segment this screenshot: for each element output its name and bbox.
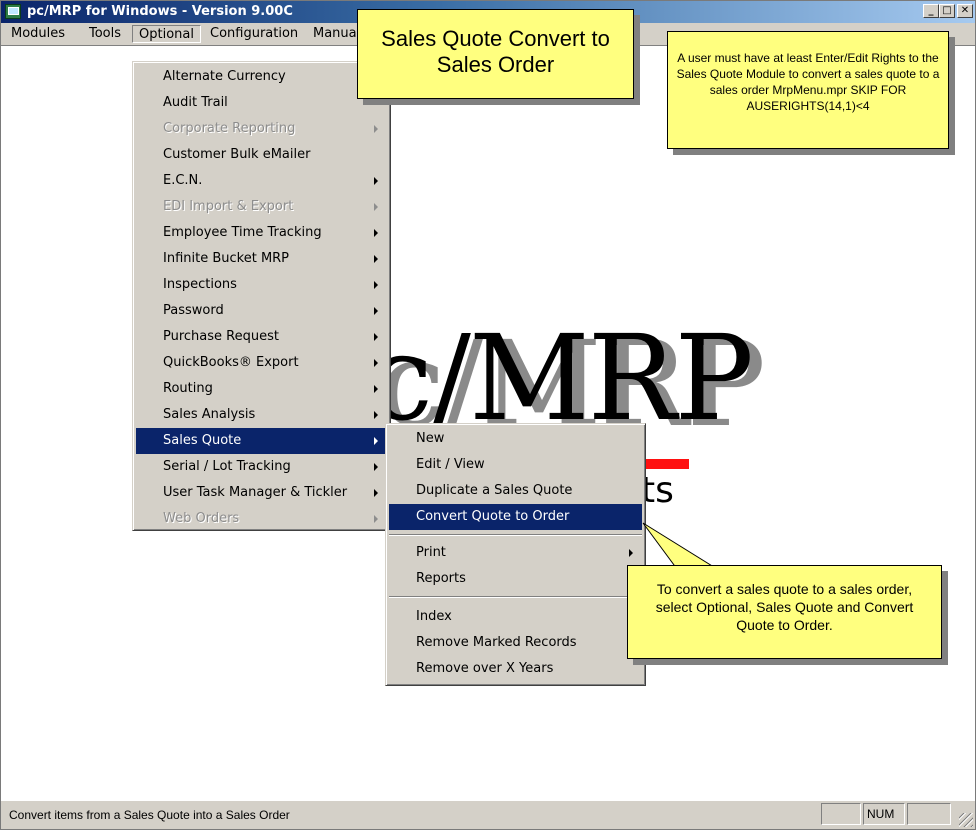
status-bar: Convert items from a Sales Quote into a … [1, 800, 975, 829]
menu-item-password[interactable]: Password [136, 298, 387, 324]
menu-item-sales-analysis[interactable]: Sales Analysis [136, 402, 387, 428]
menu-item-routing[interactable]: Routing [136, 376, 387, 402]
menu-item-quickbooks-export[interactable]: QuickBooks® Export [136, 350, 387, 376]
submenu-arrow-icon [374, 463, 378, 471]
menu-item-purchase-request[interactable]: Purchase Request [136, 324, 387, 350]
callout-instruction: To convert a sales quote to a sales orde… [627, 565, 942, 659]
maximize-button[interactable]: □ [939, 4, 955, 18]
submenu-item-print[interactable]: Print [389, 540, 642, 566]
status-panel-scroll [907, 803, 951, 825]
submenu-arrow-icon [374, 255, 378, 263]
callout-title: Sales Quote Convert to Sales Order [357, 9, 634, 99]
callout-rights-note: A user must have at least Enter/Edit Rig… [667, 31, 949, 149]
menu-item-audit-trail[interactable]: Audit Trail [136, 90, 387, 116]
resize-grip-icon[interactable] [959, 813, 973, 827]
menu-item-sales-quote[interactable]: Sales Quote [136, 428, 387, 454]
menu-tools[interactable]: Tools [83, 26, 127, 44]
submenu-item-reports[interactable]: Reports [389, 566, 642, 592]
menu-item-corporate-reporting[interactable]: Corporate Reporting [136, 116, 387, 142]
optional-menu: Alternate Currency Audit Trail Corporate… [132, 61, 391, 531]
menu-item-inspections[interactable]: Inspections [136, 272, 387, 298]
menu-item-infinite-bucket-mrp[interactable]: Infinite Bucket MRP [136, 246, 387, 272]
menu-item-employee-time-tracking[interactable]: Employee Time Tracking [136, 220, 387, 246]
close-button[interactable]: ✕ [957, 4, 973, 18]
menu-item-alternate-currency[interactable]: Alternate Currency [136, 64, 387, 90]
submenu-arrow-icon [374, 333, 378, 341]
window-title: pc/MRP for Windows - Version 9.00C [27, 4, 293, 19]
pcmrp-logo: c/MRP [367, 309, 754, 447]
submenu-arrow-icon [374, 307, 378, 315]
menu-modules[interactable]: Modules [5, 26, 71, 44]
submenu-item-remove-marked-records[interactable]: Remove Marked Records [389, 630, 642, 656]
menu-manual[interactable]: Manua [307, 26, 363, 44]
submenu-item-convert-quote-to-order[interactable]: Convert Quote to Order [389, 504, 642, 530]
app-icon[interactable] [5, 4, 21, 19]
menu-configuration[interactable]: Configuration [204, 26, 304, 44]
submenu-item-new[interactable]: New [389, 426, 642, 452]
menu-item-ecn[interactable]: E.C.N. [136, 168, 387, 194]
app-window: pc/MRP for Windows - Version 9.00C _ □ ✕… [0, 0, 976, 830]
submenu-arrow-icon [374, 229, 378, 237]
submenu-item-index[interactable]: Index [389, 604, 642, 630]
status-panel-num: NUM [863, 803, 905, 825]
menu-item-edi-import-export[interactable]: EDI Import & Export [136, 194, 387, 220]
menu-item-user-task-manager[interactable]: User Task Manager & Tickler [136, 480, 387, 506]
submenu-arrow-icon [374, 203, 378, 211]
submenu-item-remove-over-x-years[interactable]: Remove over X Years [389, 656, 642, 682]
submenu-arrow-icon [374, 177, 378, 185]
menu-item-web-orders[interactable]: Web Orders [136, 506, 387, 532]
submenu-arrow-icon [374, 125, 378, 133]
submenu-arrow-icon [374, 489, 378, 497]
submenu-arrow-icon [374, 359, 378, 367]
submenu-item-duplicate-quote[interactable]: Duplicate a Sales Quote [389, 478, 642, 504]
menu-item-customer-bulk-emailer[interactable]: Customer Bulk eMailer [136, 142, 387, 168]
submenu-arrow-icon [374, 411, 378, 419]
sales-quote-submenu: New Edit / View Duplicate a Sales Quote … [385, 423, 646, 686]
status-message: Convert items from a Sales Quote into a … [9, 808, 290, 822]
menu-separator [389, 596, 642, 598]
submenu-arrow-icon [629, 549, 633, 557]
menu-item-serial-lot-tracking[interactable]: Serial / Lot Tracking [136, 454, 387, 480]
submenu-arrow-icon [374, 385, 378, 393]
submenu-arrow-icon [374, 515, 378, 523]
submenu-arrow-icon [374, 281, 378, 289]
status-panel-caps [821, 803, 861, 825]
menu-optional[interactable]: Optional [132, 25, 201, 43]
submenu-arrow-icon [374, 437, 378, 445]
menu-separator [389, 534, 642, 536]
submenu-item-edit-view[interactable]: Edit / View [389, 452, 642, 478]
minimize-button[interactable]: _ [923, 4, 939, 18]
